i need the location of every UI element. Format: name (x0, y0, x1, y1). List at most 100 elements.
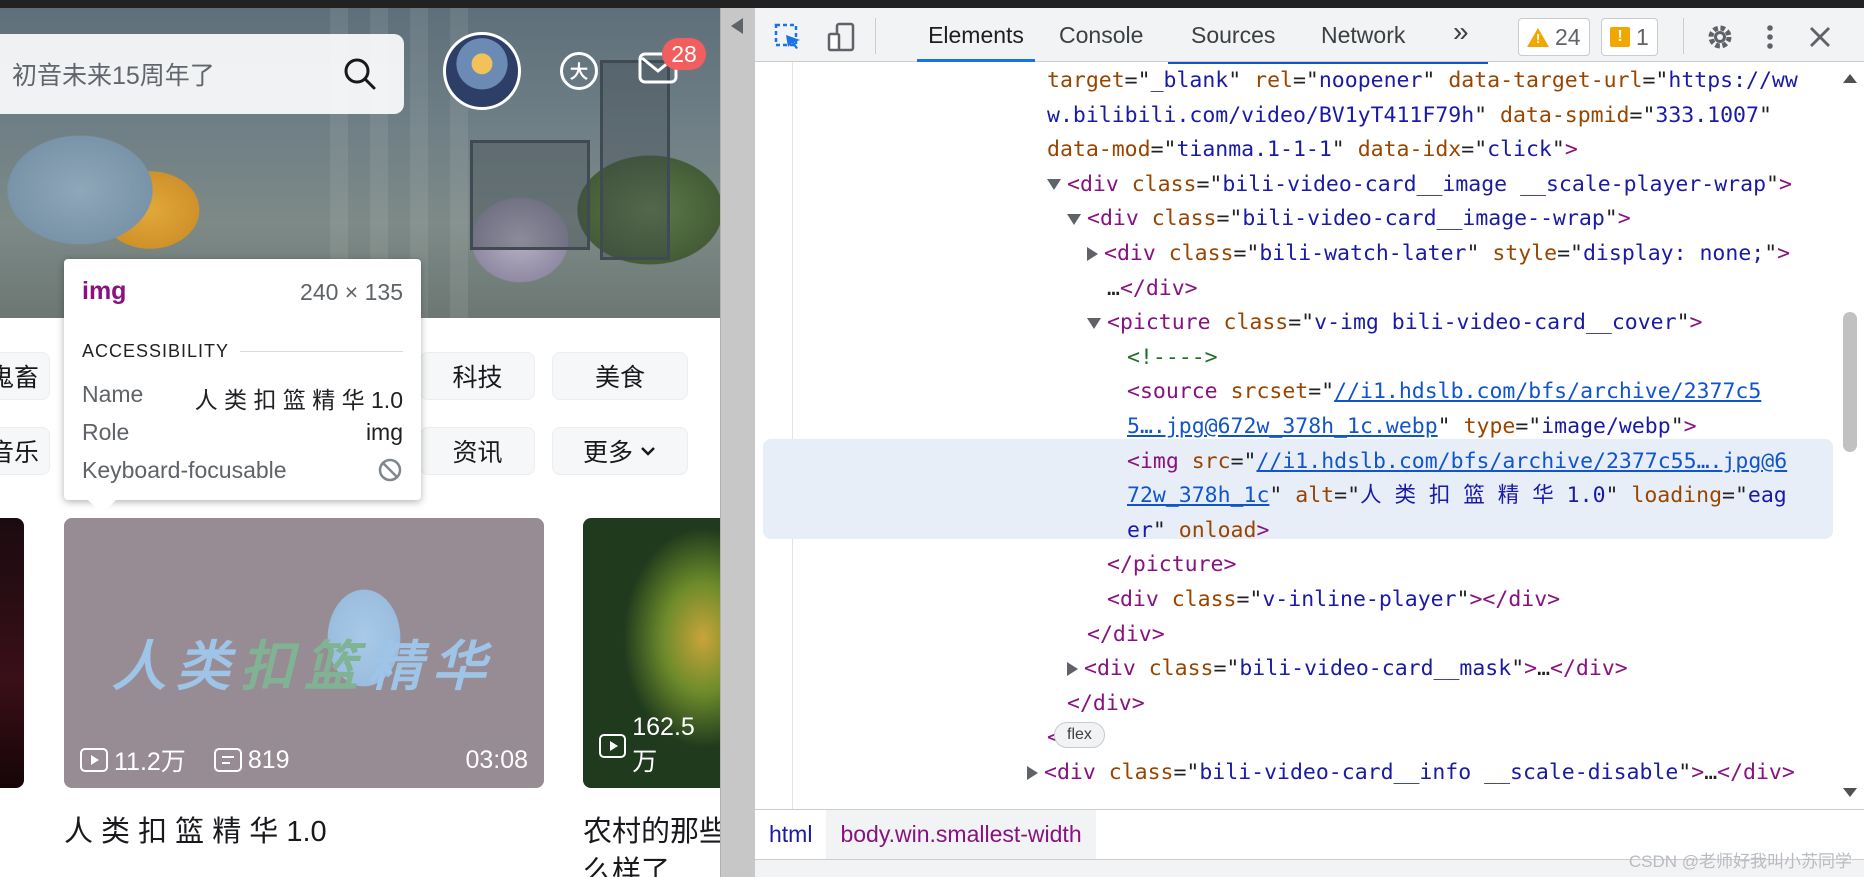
search-input[interactable]: 初音未来15周年了 (12, 56, 330, 92)
expand-caret-icon[interactable] (1087, 247, 1098, 261)
video-thumbnail[interactable] (0, 518, 24, 788)
collapse-caret-icon[interactable] (1067, 213, 1081, 225)
dom-tree-line[interactable]: <div class="bili-video-card__image--wrap… (1067, 202, 1631, 236)
code-token[interactable]: //i1.hdslb.com/bfs/archive/2377c5 (1334, 379, 1761, 404)
tooltip-tag: img (82, 277, 127, 305)
dom-tree-line[interactable]: </div> (1087, 618, 1165, 652)
breadcrumb-item[interactable]: html (755, 810, 826, 860)
breadcrumb-item[interactable]: body.win.smallest-width (826, 809, 1096, 860)
expand-caret-icon[interactable] (1067, 662, 1078, 677)
window-top-edge (0, 0, 1864, 8)
video-title[interactable]: 农村的那些 (583, 808, 720, 850)
device-toolbar-icon[interactable] (827, 22, 857, 52)
close-icon[interactable] (1805, 22, 1835, 52)
settings-gear-icon[interactable] (1705, 22, 1735, 52)
dom-tree-line[interactable]: </picture> (1107, 548, 1236, 582)
tooltip-key: Keyboard-focusable (82, 457, 287, 483)
collapse-arrow-icon[interactable] (731, 18, 743, 34)
code-token: " (1604, 206, 1618, 232)
elements-scrollbar[interactable] (1835, 62, 1864, 809)
collapse-caret-icon[interactable] (1087, 317, 1101, 329)
code-token: <div (1084, 656, 1149, 682)
more-chip[interactable]: 更多 (552, 427, 688, 475)
code-token: " (1228, 68, 1255, 93)
dom-tree-line[interactable]: <!----> (1127, 341, 1218, 375)
dom-tree-line[interactable]: <img src="//i1.hdslb.com/bfs/archive/237… (1127, 445, 1787, 479)
dom-tree-line[interactable]: 5….jpg@672w_378h_1c.webp" type="image/we… (1127, 410, 1697, 444)
code-token: =" (1233, 241, 1260, 266)
tab-console[interactable]: Console (1059, 22, 1143, 62)
expand-caret-icon[interactable] (1027, 766, 1038, 780)
dom-tree-line[interactable]: <source srcset="//i1.hdslb.com/bfs/archi… (1127, 375, 1761, 409)
code-token: <picture (1107, 310, 1224, 336)
issues-counter[interactable]: ! 1 (1601, 18, 1658, 56)
code-token: " (1605, 483, 1632, 509)
dom-tree-line[interactable]: <div class="bili-video-card__image __sca… (1047, 168, 1792, 202)
code-token: =" (1461, 137, 1488, 163)
dom-tree-line[interactable]: </div> (1067, 687, 1145, 721)
code-token: … (1704, 760, 1718, 785)
code-token[interactable]: //i1.hdslb.com/bfs/archive/2377c55….jpg@… (1256, 449, 1787, 474)
scrollbar-thumb[interactable] (1843, 312, 1857, 452)
dom-tree-line[interactable]: er" onload> (1127, 514, 1269, 548)
dom-tree-line[interactable]: <picture class="v-img bili-video-card__c… (1087, 306, 1702, 340)
code-token: type (1463, 414, 1516, 439)
devtools-resize-handle[interactable] (720, 0, 755, 877)
tooltip-section-title: ACCESSIBILITY (82, 341, 230, 361)
code-token: loading (1631, 483, 1723, 509)
code-token: data-target-url (1448, 68, 1643, 93)
code-token: display: none; (1582, 241, 1765, 266)
tooltip-value: img (365, 419, 403, 445)
category-chip[interactable]: 鬼畜 (0, 352, 50, 400)
dom-tree-line[interactable]: 72w_378h_1c" alt="人 类 扣 篮 精 华 1.0" loadi… (1127, 479, 1787, 513)
category-chip[interactable]: 美食 (552, 352, 688, 400)
dom-tree-line[interactable]: data-mod="tianma.1-1-1" data-idx="click"… (1047, 133, 1578, 167)
dom-tree-line[interactable]: <div class="v-inline-player"></div> (1107, 583, 1560, 617)
category-chip[interactable]: 资讯 (420, 427, 535, 475)
kebab-menu-icon[interactable] (1755, 22, 1785, 52)
scroll-down-icon[interactable] (1843, 788, 1857, 797)
indent-guide (792, 62, 793, 809)
danmaku-icon (213, 748, 242, 772)
dom-tree-line[interactable]: <div class="bili-video-card__mask">…</di… (1067, 652, 1628, 686)
dom-tree-line[interactable]: w.bilibili.com/video/BV1yT411F79h" data-… (1047, 99, 1772, 133)
code-token: </div> (1087, 621, 1165, 647)
dom-tree-line[interactable]: <div class="bili-video-card__info __scal… (1027, 756, 1795, 790)
tab-elements[interactable]: Elements (917, 22, 1035, 62)
code-token: " (1758, 102, 1772, 128)
collapse-caret-icon[interactable] (1047, 179, 1061, 191)
code-token: " (1676, 310, 1690, 336)
code-token: " (1422, 68, 1449, 93)
elements-tree[interactable]: target="_blank" rel="noopener" data-targ… (755, 62, 1835, 809)
scroll-up-icon[interactable] (1843, 74, 1857, 83)
video-title[interactable]: 人 类 扣 篮 精 华 1.0 (64, 808, 327, 850)
warnings-counter[interactable]: ! 24 (1518, 18, 1590, 56)
search-icon[interactable] (330, 44, 390, 104)
dom-tree-line[interactable]: <div class="bili-watch-later" style="dis… (1087, 237, 1790, 271)
search-bar[interactable]: 初音未来15周年了 (0, 34, 404, 114)
inspect-element-icon[interactable] (773, 22, 803, 52)
video-title-line2[interactable]: 么样了 (583, 848, 670, 877)
category-chip[interactable]: 音乐 (0, 427, 50, 475)
more-tabs-icon[interactable]: » (1453, 16, 1469, 56)
code-token: </picture> (1107, 552, 1237, 578)
tab-network[interactable]: Network (1321, 22, 1405, 62)
code-token[interactable]: 72w_378h_1c (1127, 483, 1269, 508)
tab-sources[interactable]: Sources (1191, 22, 1275, 62)
big-member-icon[interactable]: 大 (560, 52, 598, 90)
avatar[interactable] (443, 32, 521, 110)
code-token: rel (1254, 68, 1293, 93)
category-chip[interactable]: 科技 (420, 352, 535, 400)
dom-tree-line[interactable]: …</div> (1107, 272, 1198, 306)
code-token: =" (1213, 656, 1240, 682)
video-thumbnail[interactable]: 162.5万 (583, 518, 720, 788)
code-token[interactable]: 5….jpg@672w_378h_1c.webp (1127, 414, 1438, 439)
tooltip-value: 人 类 扣 篮 精 华 1.0 (194, 387, 403, 413)
video-thumbnail[interactable]: 人类扣篮精华 11.2万 819 03:08 (64, 518, 544, 788)
code-token: class (1108, 760, 1174, 785)
flex-badge[interactable]: flex (1054, 722, 1105, 748)
code-token: =" (1216, 206, 1243, 232)
warnings-count: 24 (1555, 23, 1581, 50)
dom-tree-line[interactable]: target="_blank" rel="noopener" data-targ… (1047, 64, 1798, 98)
code-token: =" (1173, 760, 1200, 785)
